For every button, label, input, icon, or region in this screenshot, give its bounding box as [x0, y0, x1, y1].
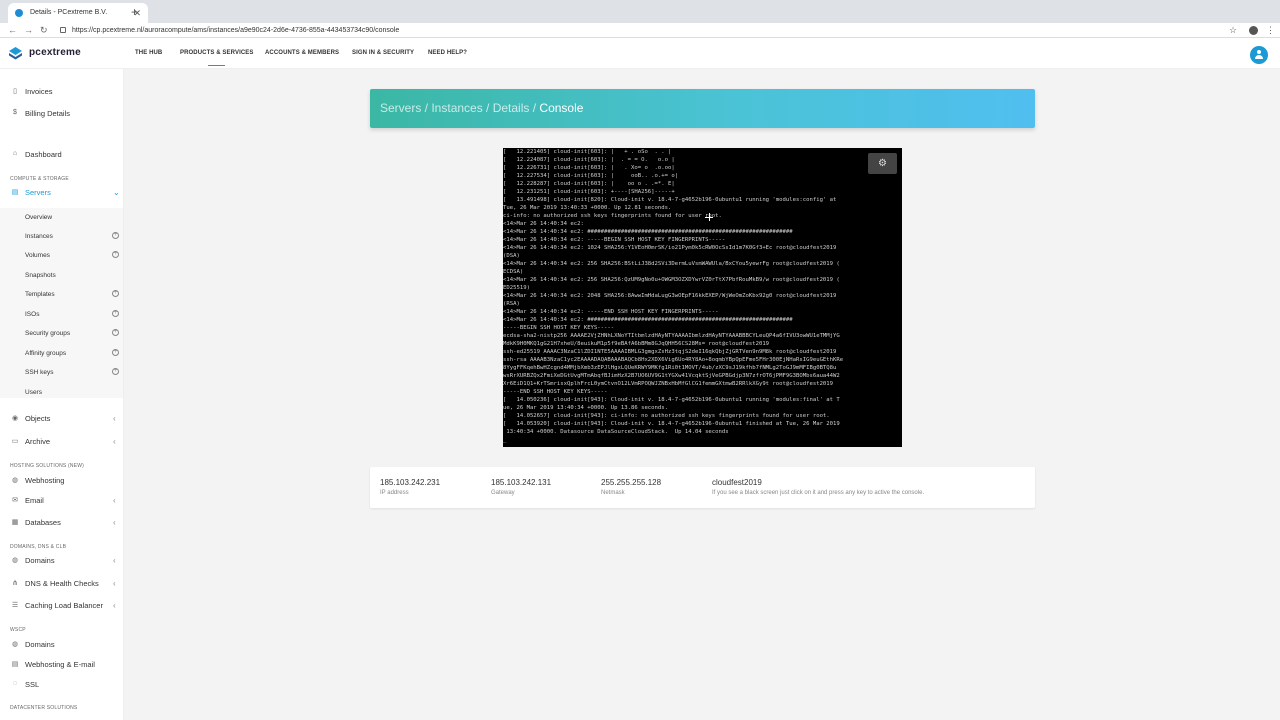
add-template-icon[interactable]: +: [112, 290, 119, 297]
ip-address-field: 185.103.242.231 IP address: [380, 478, 440, 498]
gateway-label: Gateway: [491, 490, 515, 496]
hostname-field: cloudfest2019 If you see a black screen …: [712, 478, 924, 498]
new-tab-icon[interactable]: +: [131, 3, 138, 21]
browser-menu-icon[interactable]: ⋮: [1266, 23, 1275, 38]
sidebar-subitem-users[interactable]: Users: [25, 389, 123, 396]
objects-icon: ◉: [11, 415, 19, 422]
breadcrumb-banner: Servers / Instances / Details / Console: [370, 89, 1035, 128]
sidebar-subitem-instances[interactable]: Instances +: [25, 232, 123, 240]
mouse-cursor-icon: [705, 213, 713, 221]
chevron-left-icon: ‹: [113, 437, 116, 446]
chevron-left-icon: ‹: [113, 414, 116, 423]
lock-icon: ◌: [12, 680, 18, 687]
globe-icon: ◍: [11, 557, 19, 564]
nav-the-hub[interactable]: THE HUB: [135, 38, 162, 69]
section-datacenter-solutions: DATACENTER SOLUTIONS: [10, 705, 78, 711]
section-compute-storage: COMPUTE & STORAGE: [10, 176, 69, 182]
console-settings-gear-icon[interactable]: ⚙: [868, 153, 897, 174]
nav-accounts-members[interactable]: ACCOUNTS & MEMBERS: [265, 38, 339, 69]
dollar-icon: $: [13, 109, 17, 116]
profile-icon[interactable]: [1249, 26, 1258, 35]
archive-icon: ▭: [11, 438, 19, 445]
sidebar-subitem-security-groups[interactable]: Security groups +: [25, 329, 123, 337]
app-header: pcextreme THE HUB PRODUCTS & SERVICES AC…: [0, 38, 1280, 69]
add-security-group-icon[interactable]: +: [112, 329, 119, 336]
url-field[interactable]: https://cp.pcextreme.nl/auroracompute/am…: [60, 24, 1240, 37]
gateway-field: 185.103.242.131 Gateway: [491, 478, 551, 498]
add-iso-icon[interactable]: +: [112, 310, 119, 317]
netmask-label: Netmask: [601, 490, 625, 496]
vm-console[interactable]: [ 12.221405] cloud-init[603]: | + . oSo …: [503, 148, 902, 447]
sidebar-subitem-volumes[interactable]: Volumes +: [25, 251, 123, 259]
pcextreme-logo-icon[interactable]: [9, 47, 22, 60]
brand-name[interactable]: pcextreme: [29, 47, 81, 58]
lock-icon: [60, 27, 66, 33]
nav-products-services[interactable]: PRODUCTS & SERVICES: [180, 38, 253, 69]
chevron-left-icon: ‹: [113, 556, 116, 565]
ip-address-label: IP address: [380, 490, 409, 496]
user-avatar[interactable]: [1250, 46, 1268, 64]
chevron-left-icon: ‹: [113, 518, 116, 527]
browser-tab[interactable]: Details - PCextreme B.V. ✕: [8, 3, 148, 23]
sidebar-subitem-templates[interactable]: Templates +: [25, 290, 123, 298]
chevron-left-icon: ‹: [113, 601, 116, 610]
add-volume-icon[interactable]: +: [112, 251, 119, 258]
add-affinity-group-icon[interactable]: +: [112, 349, 119, 356]
forward-icon[interactable]: →: [24, 23, 33, 38]
globe-icon: ◍: [11, 641, 19, 648]
reload-icon[interactable]: ↻: [40, 23, 48, 38]
database-icon: ▦: [11, 519, 19, 526]
ip-address-value: 185.103.242.231: [380, 478, 441, 487]
tab-title: Details - PCextreme B.V.: [30, 9, 108, 16]
hostname-value: cloudfest2019: [712, 478, 762, 487]
add-ssh-key-icon[interactable]: +: [112, 368, 119, 375]
section-domains-dns-clb: DOMAINS, DNS & CLB: [10, 544, 67, 550]
envelope-icon: ✉: [12, 497, 18, 504]
breadcrumb-current: Console: [539, 101, 584, 115]
sidebar-subitem-isos[interactable]: ISOs +: [25, 310, 123, 318]
chevron-down-icon: ⌄: [113, 188, 120, 197]
document-icon: ▯: [13, 88, 17, 95]
server-icon: ▤: [11, 189, 19, 196]
sidebar-subitem-ssh-keys[interactable]: SSH keys +: [25, 368, 123, 376]
favicon-icon: [15, 9, 23, 17]
address-bar: ← → ↻ https://cp.pcextreme.nl/auroracomp…: [0, 23, 1280, 38]
browser-tabbar: Details - PCextreme B.V. ✕ +: [0, 0, 1280, 23]
console-hint-text: If you see a black screen just click on …: [712, 490, 925, 496]
console-output: [ 12.221405] cloud-init[603]: | + . oSo …: [503, 149, 844, 443]
gateway-value: 185.103.242.131: [491, 478, 552, 487]
home-icon: ⌂: [12, 150, 18, 157]
balance-icon: ☰: [11, 602, 19, 609]
netmask-field: 255.255.255.128 Netmask: [601, 478, 661, 498]
sidebar: ▯ Invoices $ Billing Details ⌂ Dashboard CO…: [0, 69, 124, 720]
breadcrumb-trail[interactable]: Servers / Instances / Details /: [380, 101, 539, 115]
breadcrumb: Servers / Instances / Details / Console: [380, 89, 583, 128]
nav-sign-in-security[interactable]: SIGN IN & SECURITY: [352, 38, 414, 69]
section-wscp: WSCP: [10, 627, 26, 633]
section-hosting-solutions: HOSTING SOLUTIONS (NEW): [10, 463, 85, 469]
sidebar-subitem-overview[interactable]: Overview: [25, 214, 123, 221]
netmask-value: 255.255.255.128: [601, 478, 662, 487]
bookmark-star-icon[interactable]: ☆: [1229, 23, 1237, 38]
chevron-left-icon: ‹: [113, 496, 116, 505]
sidebar-subitem-affinity-groups[interactable]: Affinity groups +: [25, 349, 123, 357]
back-icon[interactable]: ←: [8, 23, 17, 38]
url-text: https://cp.pcextreme.nl/auroracompute/am…: [72, 27, 400, 34]
server-icon: ▤: [11, 661, 19, 668]
sitemap-icon: ⋔: [12, 580, 18, 587]
nav-need-help[interactable]: NEED HELP?: [428, 38, 467, 69]
sidebar-subitem-snapshots[interactable]: Snapshots: [25, 272, 123, 279]
instance-info-card: 185.103.242.231 IP address 185.103.242.1…: [370, 467, 1035, 508]
globe-icon: ◍: [11, 477, 19, 484]
chevron-left-icon: ‹: [113, 579, 116, 588]
add-instance-icon[interactable]: +: [112, 232, 119, 239]
